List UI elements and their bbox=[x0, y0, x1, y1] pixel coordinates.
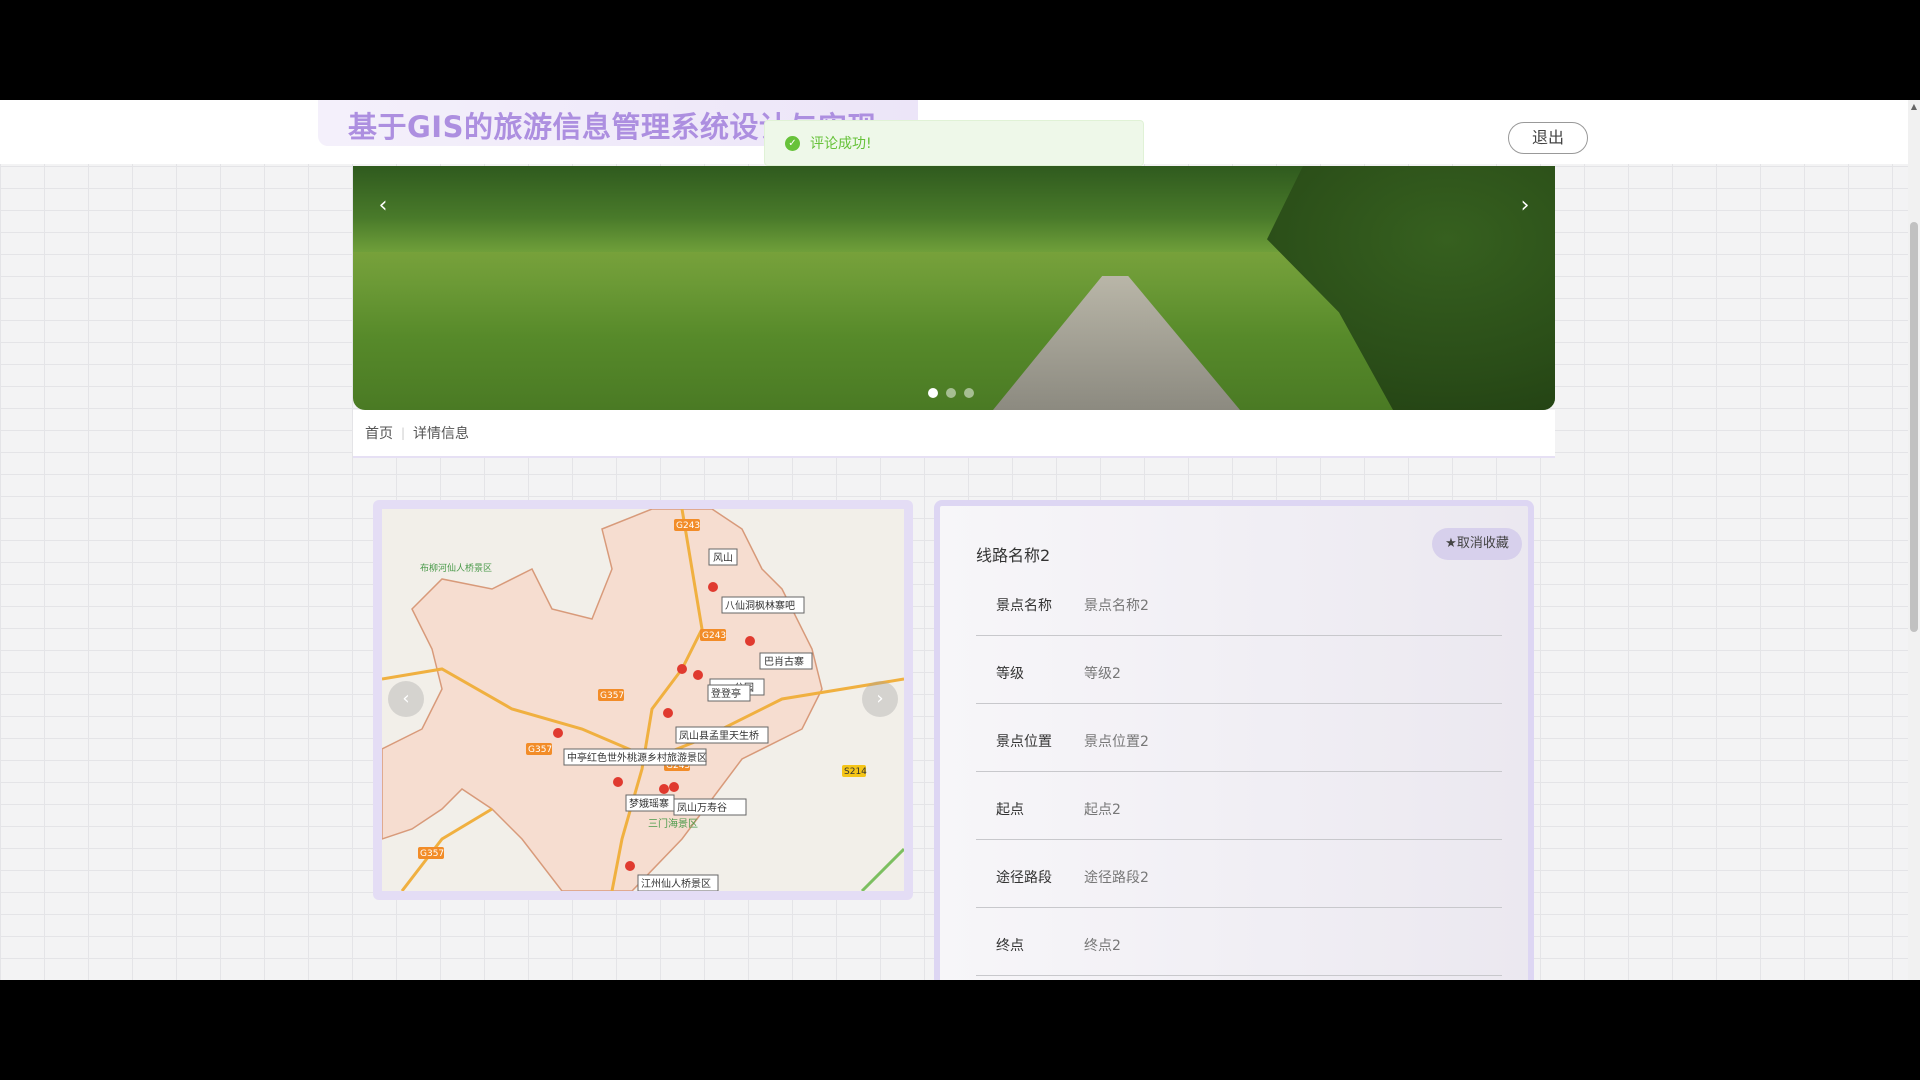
carousel-prev-arrow[interactable]: ‹ bbox=[373, 195, 393, 217]
toast-message: 评论成功! bbox=[810, 136, 872, 152]
detail-row: 等级 等级2 bbox=[976, 636, 1502, 704]
map-card: G243 G243 G357 G357 G243 S214 G357 风山 八仙… bbox=[373, 500, 913, 900]
detail-row: 景点名称 景点名称2 bbox=[976, 568, 1502, 636]
detail-value: 景点位置2 bbox=[1084, 733, 1149, 750]
carousel-dot[interactable] bbox=[964, 388, 974, 398]
region-map-svg: G243 G243 G357 G357 G243 S214 G357 风山 八仙… bbox=[382, 509, 904, 891]
map-label: 凤山县孟里天生桥 bbox=[679, 729, 759, 742]
road-badge: G357 bbox=[528, 745, 552, 755]
road-badge: G243 bbox=[676, 521, 700, 531]
map-label: 中亭红色世外桃源乡村旅游景区 bbox=[567, 751, 707, 764]
detail-row: 终点 终点2 bbox=[976, 908, 1502, 976]
breadcrumb-separator: | bbox=[401, 426, 406, 440]
map-label: 布柳河仙人桥景区 bbox=[420, 562, 492, 574]
cancel-favorite-button[interactable]: ★取消收藏 bbox=[1432, 528, 1522, 560]
carousel-indicators bbox=[928, 388, 974, 398]
map-label: 凤山万寿谷 bbox=[677, 801, 727, 814]
road-badge: G357 bbox=[600, 691, 624, 701]
detail-row: 景点位置 景点位置2 bbox=[976, 704, 1502, 772]
map-next-button[interactable]: › bbox=[862, 681, 898, 717]
map-label: 梦娥瑶寨 bbox=[629, 797, 669, 810]
scroll-up-icon[interactable]: ▲ bbox=[1910, 102, 1918, 112]
detail-label: 等级 bbox=[996, 665, 1024, 682]
road-badge: G357 bbox=[420, 849, 444, 859]
detail-value: 等级2 bbox=[1084, 665, 1121, 682]
logout-button[interactable]: 退出 bbox=[1508, 122, 1588, 154]
banner-road-shape bbox=[993, 276, 1240, 410]
map-prev-button[interactable]: ‹ bbox=[388, 681, 424, 717]
detail-label: 终点 bbox=[996, 937, 1024, 954]
check-circle-icon: ✓ bbox=[785, 135, 800, 151]
road-badge: G243 bbox=[702, 631, 726, 641]
carousel-next-arrow[interactable]: › bbox=[1515, 195, 1535, 217]
carousel-dot[interactable] bbox=[946, 388, 956, 398]
detail-label: 景点名称 bbox=[996, 597, 1052, 614]
scrollbar-thumb[interactable] bbox=[1910, 222, 1918, 632]
breadcrumb-home[interactable]: 首页 bbox=[365, 423, 393, 443]
map-label: 八仙洞枫林寨吧 bbox=[725, 599, 795, 612]
detail-row: 途径路段 途径路段2 bbox=[976, 840, 1502, 908]
detail-value: 起点2 bbox=[1084, 801, 1121, 818]
detail-value: 途径路段2 bbox=[1084, 869, 1149, 886]
route-name: 线路名称2 bbox=[976, 546, 1051, 565]
map-image: G243 G243 G357 G357 G243 S214 G357 风山 八仙… bbox=[382, 509, 904, 891]
detail-label: 景点位置 bbox=[996, 733, 1052, 750]
carousel-dot[interactable] bbox=[928, 388, 938, 398]
detail-rows: 景点名称 景点名称2 等级 等级2 景点位置 景点位置2 起点 起点2 途径路段… bbox=[976, 568, 1502, 976]
success-toast: ✓ 评论成功! bbox=[764, 120, 1144, 166]
page-scrollbar[interactable]: ▲ bbox=[1908, 100, 1920, 980]
map-label: 巴肖古寨 bbox=[764, 655, 804, 668]
detail-row: 起点 起点2 bbox=[976, 772, 1502, 840]
breadcrumb-current: 详情信息 bbox=[413, 426, 470, 442]
map-label: 风山 bbox=[713, 552, 733, 564]
map-label: 三门海景区 bbox=[648, 817, 698, 830]
map-label: 江州仙人桥景区 bbox=[641, 877, 711, 890]
detail-value: 终点2 bbox=[1084, 937, 1121, 954]
map-label: 登登亭 bbox=[711, 687, 741, 700]
detail-label: 起点 bbox=[996, 801, 1024, 818]
detail-value: 景点名称2 bbox=[1084, 597, 1149, 614]
river-line bbox=[860, 847, 904, 891]
road-badge: S214 bbox=[844, 767, 867, 777]
route-detail-card: 线路名称2 ★取消收藏 景点名称 景点名称2 等级 等级2 景点位置 景点位置2… bbox=[934, 500, 1534, 980]
image-carousel: ‹ › bbox=[353, 166, 1555, 410]
breadcrumb: 首页 | 详情信息 bbox=[353, 410, 1555, 458]
detail-label: 途径路段 bbox=[996, 869, 1052, 886]
browser-viewport: 基于GIS的旅游信息管理系统设计与实现 退出 ✓ 评论成功! ‹ › 首页 | … bbox=[0, 100, 1920, 980]
